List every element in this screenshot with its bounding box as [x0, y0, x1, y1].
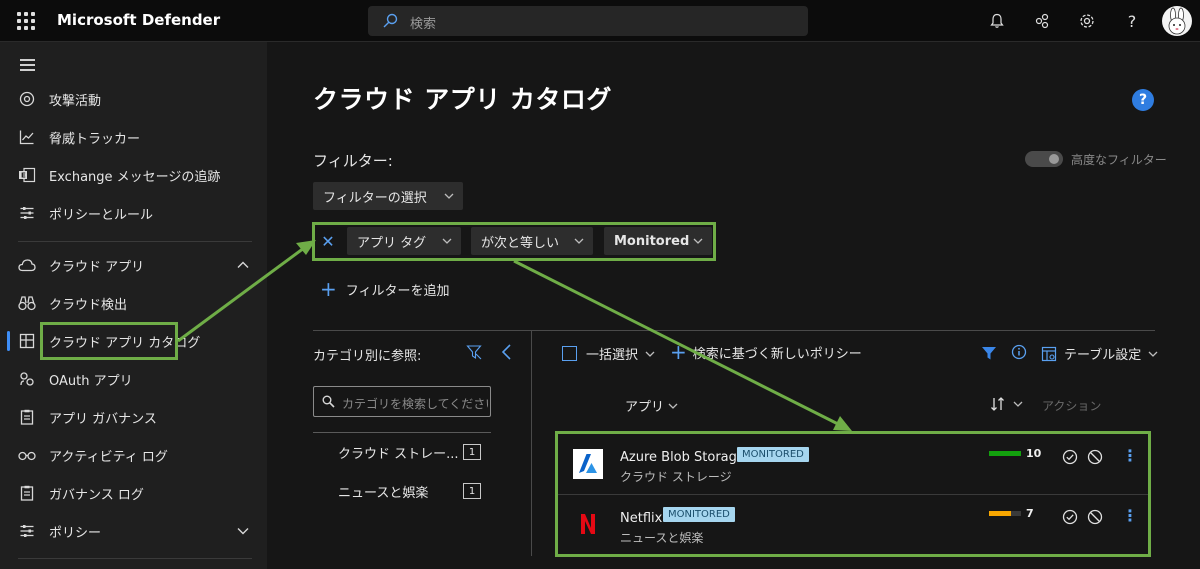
app-title: Microsoft Defender: [57, 11, 221, 29]
app-launcher-icon[interactable]: [17, 12, 35, 30]
chevron-down-icon: [668, 403, 678, 409]
filter-select-dropdown[interactable]: フィルターの選択: [313, 182, 463, 210]
category-panel-title: カテゴリ別に参照:: [313, 349, 422, 364]
column-header-app-label: アプリ: [625, 400, 665, 415]
oauth-icon: [18, 370, 36, 388]
annotation-highlight-nav: [40, 322, 178, 360]
new-policy-button[interactable]: + 検索に基づく新しいポリシー: [670, 342, 862, 362]
top-bar: Microsoft Defender 検索 ?: [0, 0, 1200, 42]
search-box[interactable]: 検索: [368, 6, 808, 36]
log-icon: [18, 484, 36, 502]
table-settings-button[interactable]: テーブル設定: [1041, 344, 1159, 363]
sidebar-item-exchange-trace[interactable]: E Exchange メッセージの追跡: [0, 157, 267, 193]
table-settings-label: テーブル設定: [1064, 348, 1142, 363]
search-input[interactable]: 検索: [410, 13, 436, 32]
add-filter-label: フィルターを追加: [345, 283, 450, 299]
category-item[interactable]: クラウド ストレー...: [338, 443, 459, 462]
page-title: クラウド アプリ カタログ: [313, 85, 612, 114]
sidebar-item-governance-log[interactable]: ガバナンス ログ: [0, 475, 267, 511]
bell-icon[interactable]: [986, 10, 1008, 32]
sidebar-item-label: アクティビティ ログ: [49, 449, 168, 465]
community-icon[interactable]: [1031, 10, 1053, 32]
sidebar-item-activity-log[interactable]: アクティビティ ログ: [0, 437, 267, 473]
filter-clear-icon[interactable]: [466, 344, 482, 360]
column-header-app[interactable]: アプリ: [625, 396, 679, 415]
gear-icon[interactable]: [1076, 10, 1098, 32]
filter-label: フィルター:: [313, 152, 393, 170]
glasses-icon: [18, 446, 36, 464]
help-icon[interactable]: ?: [1121, 10, 1143, 32]
panel-divider: [531, 331, 532, 556]
chevron-down-icon: [1013, 401, 1023, 407]
bulk-select-label: 一括選択: [586, 348, 639, 363]
exchange-icon: E: [18, 166, 36, 184]
sidebar-item-label: アプリ ガバナンス: [49, 411, 157, 427]
category-search-placeholder: カテゴリを検索してください: [342, 397, 488, 411]
help-circle-icon[interactable]: ?: [1132, 89, 1154, 111]
catalog-icon: [18, 332, 36, 350]
sidebar: 攻撃活動 脅威トラッカー E Exchange メッセージの追跡 ポリシーとルー…: [0, 42, 267, 569]
sidebar-item-label: クラウド アプリ: [49, 259, 145, 275]
bulk-select-button[interactable]: 一括選択: [562, 344, 656, 363]
binoculars-icon: [18, 294, 36, 312]
select-all-checkbox[interactable]: [562, 346, 577, 361]
sort-icon: [991, 397, 1004, 411]
target-icon: [18, 90, 36, 108]
sidebar-item-app-governance[interactable]: アプリ ガバナンス: [0, 399, 267, 435]
filter-select-label: フィルターの選択: [323, 190, 427, 206]
chart-icon: [18, 128, 36, 146]
sidebar-item-label: ポリシーとルール: [49, 207, 154, 223]
sidebar-item-label: OAuth アプリ: [49, 373, 133, 389]
governance-icon: [18, 408, 36, 426]
table-settings-icon: [1041, 346, 1057, 361]
annotation-highlight-filter: [312, 222, 716, 261]
section-divider: [313, 330, 1155, 331]
sort-button[interactable]: [990, 396, 1024, 412]
category-item[interactable]: ニュースと娯楽: [338, 482, 428, 501]
search-icon: [383, 13, 398, 28]
add-filter-button[interactable]: + フィルターを追加: [320, 279, 450, 299]
sidebar-item-oauth-apps[interactable]: OAuth アプリ: [0, 361, 267, 397]
sidebar-item-label: クラウド検出: [49, 297, 128, 313]
avatar[interactable]: [1162, 6, 1192, 36]
category-search-input[interactable]: カテゴリを検索してください: [313, 386, 491, 417]
filter-icon[interactable]: [981, 345, 997, 361]
chevron-down-icon: [645, 351, 655, 357]
category-count: 1: [463, 444, 481, 460]
advanced-filter-toggle[interactable]: [1025, 151, 1063, 167]
sidebar-item-cloud-discovery[interactable]: クラウド検出: [0, 285, 267, 321]
search-icon: [322, 395, 335, 408]
plus-icon: +: [670, 340, 687, 364]
sidebar-item-campaigns[interactable]: 攻撃活動: [0, 81, 267, 117]
plus-icon: +: [320, 277, 337, 301]
new-policy-label: 検索に基づく新しいポリシー: [692, 346, 862, 362]
sliders-icon: [18, 522, 36, 540]
svg-text:E: E: [21, 172, 26, 180]
sidebar-item-threat-tracker[interactable]: 脅威トラッカー: [0, 119, 267, 155]
advanced-filter-label: 高度なフィルター: [1071, 153, 1167, 167]
sidebar-item-label: Exchange メッセージの追跡: [49, 169, 221, 185]
sidebar-item-label: 攻撃活動: [49, 93, 102, 109]
sidebar-item-cloud-apps[interactable]: クラウド アプリ: [0, 247, 267, 283]
sidebar-divider: [18, 241, 252, 242]
sidebar-item-policies[interactable]: ポリシー: [0, 513, 267, 549]
sidebar-divider: [18, 558, 252, 559]
sidebar-item-policies-rules[interactable]: ポリシーとルール: [0, 195, 267, 231]
hamburger-menu-icon[interactable]: [20, 59, 35, 74]
annotation-highlight-rows: [555, 431, 1151, 557]
sidebar-item-label: 脅威トラッカー: [49, 131, 141, 147]
chevron-down-icon: [444, 193, 454, 199]
column-header-action: アクション: [1042, 399, 1102, 413]
info-icon[interactable]: [1011, 344, 1027, 360]
sliders-icon: [18, 204, 36, 222]
cloud-icon: [18, 256, 36, 274]
sidebar-item-label: ガバナンス ログ: [49, 487, 144, 503]
chevron-down-icon: [1148, 351, 1158, 357]
sidebar-item-label: ポリシー: [49, 525, 102, 541]
category-list-divider: [313, 432, 491, 433]
chevron-down-icon[interactable]: [236, 524, 250, 538]
chevron-up-icon[interactable]: [236, 258, 250, 272]
category-count: 1: [463, 483, 481, 499]
chevron-left-icon[interactable]: [500, 343, 514, 361]
